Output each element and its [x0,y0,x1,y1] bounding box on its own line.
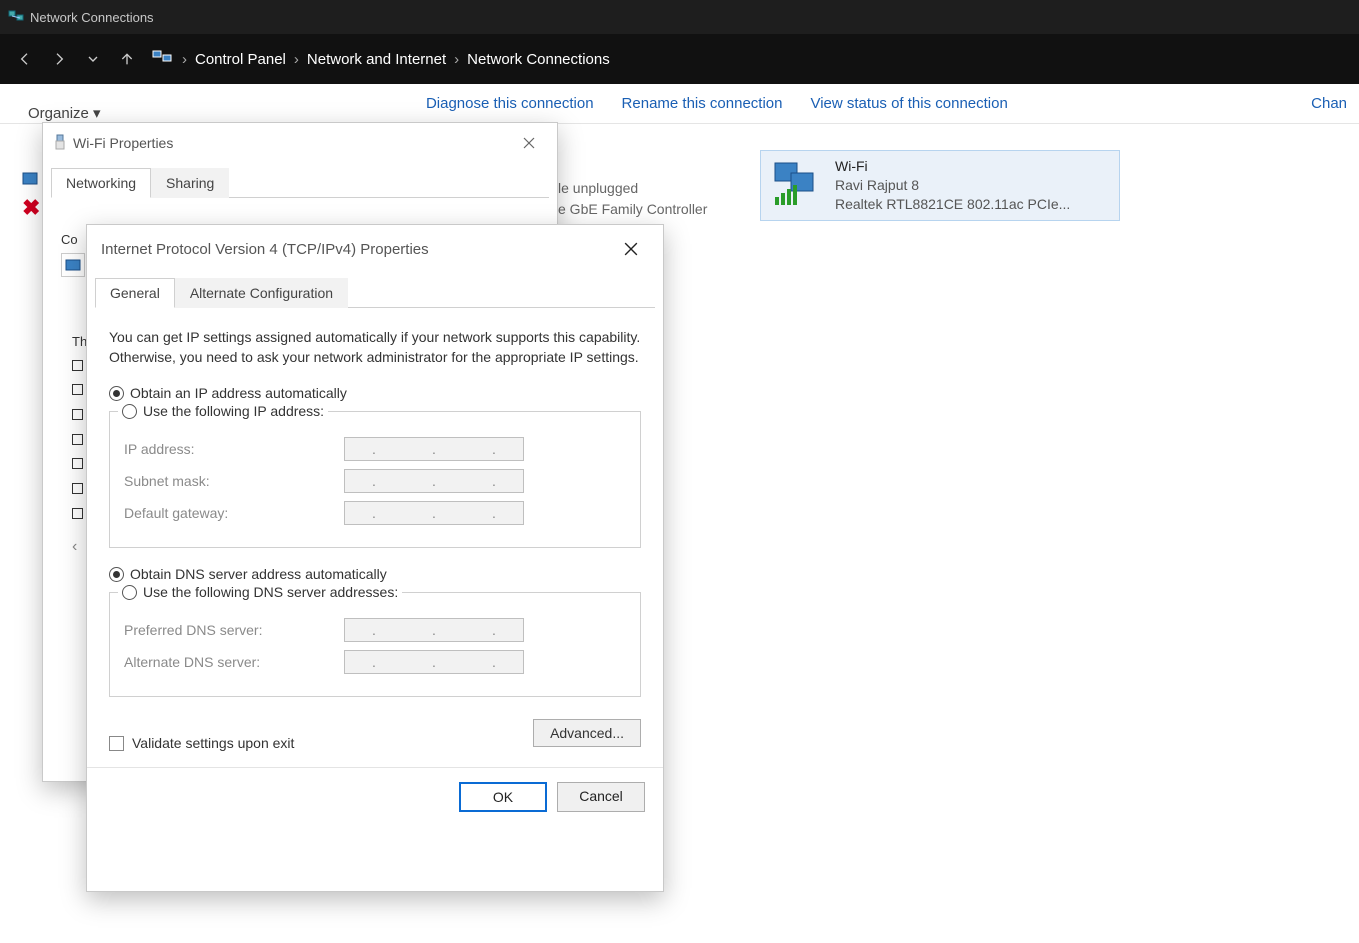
adapter-name: Wi-Fi [835,157,1070,176]
recent-dropdown[interactable] [76,42,110,76]
radio-ip-auto[interactable]: Obtain an IP address automatically [109,385,641,401]
cmd-rename[interactable]: Rename this connection [622,95,783,112]
tab-networking[interactable]: Networking [51,168,151,198]
advanced-button[interactable]: Advanced... [533,719,641,747]
gateway-input[interactable]: ... [344,501,524,525]
radio-icon [122,585,137,600]
adapter-device: Realtek RTL8821CE 802.11ac PCIe... [835,195,1070,214]
breadcrumb[interactable]: › Control Panel › Network and Internet ›… [152,48,610,70]
radio-icon [122,404,137,419]
tab-general[interactable]: General [95,278,175,308]
validate-checkbox-row[interactable]: Validate settings upon exit [109,735,294,751]
radio-dns-auto[interactable]: Obtain DNS server address automatically [109,566,641,582]
ethernet-device-partial: e GbE Family Controller [558,199,707,220]
cmd-change-truncated[interactable]: Chan [1311,95,1347,112]
radio-label: Use the following IP address: [143,403,324,419]
breadcrumb-item[interactable]: Control Panel [195,51,286,68]
ip-address-input[interactable]: ... [344,437,524,461]
checkbox-icon [72,384,83,395]
forward-button[interactable] [42,42,76,76]
checkbox-icon [109,736,124,751]
alternate-dns-input[interactable]: ... [344,650,524,674]
disabled-x-icon: ✖ [22,195,40,221]
adapter-ethernet-peek: le unplugged e GbE Family Controller [558,178,707,220]
group-ip-manual: Use the following IP address: IP address… [109,403,641,548]
breadcrumb-item[interactable]: Network Connections [467,51,610,68]
command-bar: Organize ▾ Connect To Disable this netwo… [0,84,1359,124]
up-button[interactable] [110,42,144,76]
checkbox-icon [72,483,83,494]
radio-label: Obtain an IP address automatically [130,385,347,401]
chevron-right-icon: › [294,51,299,68]
cmd-organize-partial[interactable]: Organize ▾ [28,104,101,122]
back-button[interactable] [8,42,42,76]
dialog-ipv4-properties: Internet Protocol Version 4 (TCP/IPv4) P… [86,224,664,892]
dialog-button-row: OK Cancel [87,767,663,826]
network-icon [8,8,24,27]
cmd-diagnose[interactable]: Diagnose this connection [426,95,594,112]
adapter-ethernet-icon-peek [22,170,40,191]
radio-icon [109,386,124,401]
subnet-label: Subnet mask: [124,473,334,489]
checkbox-icon [72,409,83,420]
group-dns-manual: Use the following DNS server addresses: … [109,584,641,697]
explorer-navbar: › Control Panel › Network and Internet ›… [0,34,1359,84]
adapter-ssid: Ravi Rajput 8 [835,176,1070,195]
adapter-device-icon [61,253,85,277]
tab-sharing[interactable]: Sharing [151,168,229,198]
radio-ip-manual[interactable]: Use the following IP address: [122,403,324,419]
checkbox-icon [72,458,83,469]
cmd-view-status[interactable]: View status of this connection [810,95,1007,112]
radio-label: Obtain DNS server address automatically [130,566,387,582]
breadcrumb-icon [152,48,174,70]
chevron-right-icon: › [454,51,459,68]
ip-address-label: IP address: [124,441,334,457]
tabs-ipv4: General Alternate Configuration [95,277,655,308]
close-button[interactable] [613,235,649,263]
preferred-dns-input[interactable]: ... [344,618,524,642]
radio-label: Use the following DNS server addresses: [143,584,398,600]
chevron-right-icon: › [182,51,187,68]
tabs-wifi: Networking Sharing [51,167,549,198]
subnet-input[interactable]: ... [344,469,524,493]
ethernet-status-partial: le unplugged [558,178,707,199]
usb-adapter-icon [53,134,67,153]
help-text: You can get IP settings assigned automat… [109,328,641,367]
ok-button[interactable]: OK [459,782,547,812]
checkbox-icon [72,360,83,371]
checkbox-icon [72,434,83,445]
window-titlebar: Network Connections [0,0,1359,34]
validate-label: Validate settings upon exit [132,735,294,751]
dialog-title: Wi-Fi Properties [73,135,173,151]
preferred-dns-label: Preferred DNS server: [124,622,334,638]
tab-alternate-config[interactable]: Alternate Configuration [175,278,348,308]
breadcrumb-item[interactable]: Network and Internet [307,51,446,68]
close-button[interactable] [511,129,547,157]
radio-dns-manual[interactable]: Use the following DNS server addresses: [122,584,398,600]
radio-icon [109,567,124,582]
cancel-button[interactable]: Cancel [557,782,645,812]
window-title: Network Connections [30,10,154,25]
adapter-wifi[interactable]: Wi-Fi Ravi Rajput 8 Realtek RTL8821CE 80… [760,150,1120,221]
gateway-label: Default gateway: [124,505,334,521]
adapter-wifi-icon [769,157,825,212]
checkbox-icon [72,508,83,519]
dialog-title: Internet Protocol Version 4 (TCP/IPv4) P… [101,241,429,258]
alternate-dns-label: Alternate DNS server: [124,654,334,670]
